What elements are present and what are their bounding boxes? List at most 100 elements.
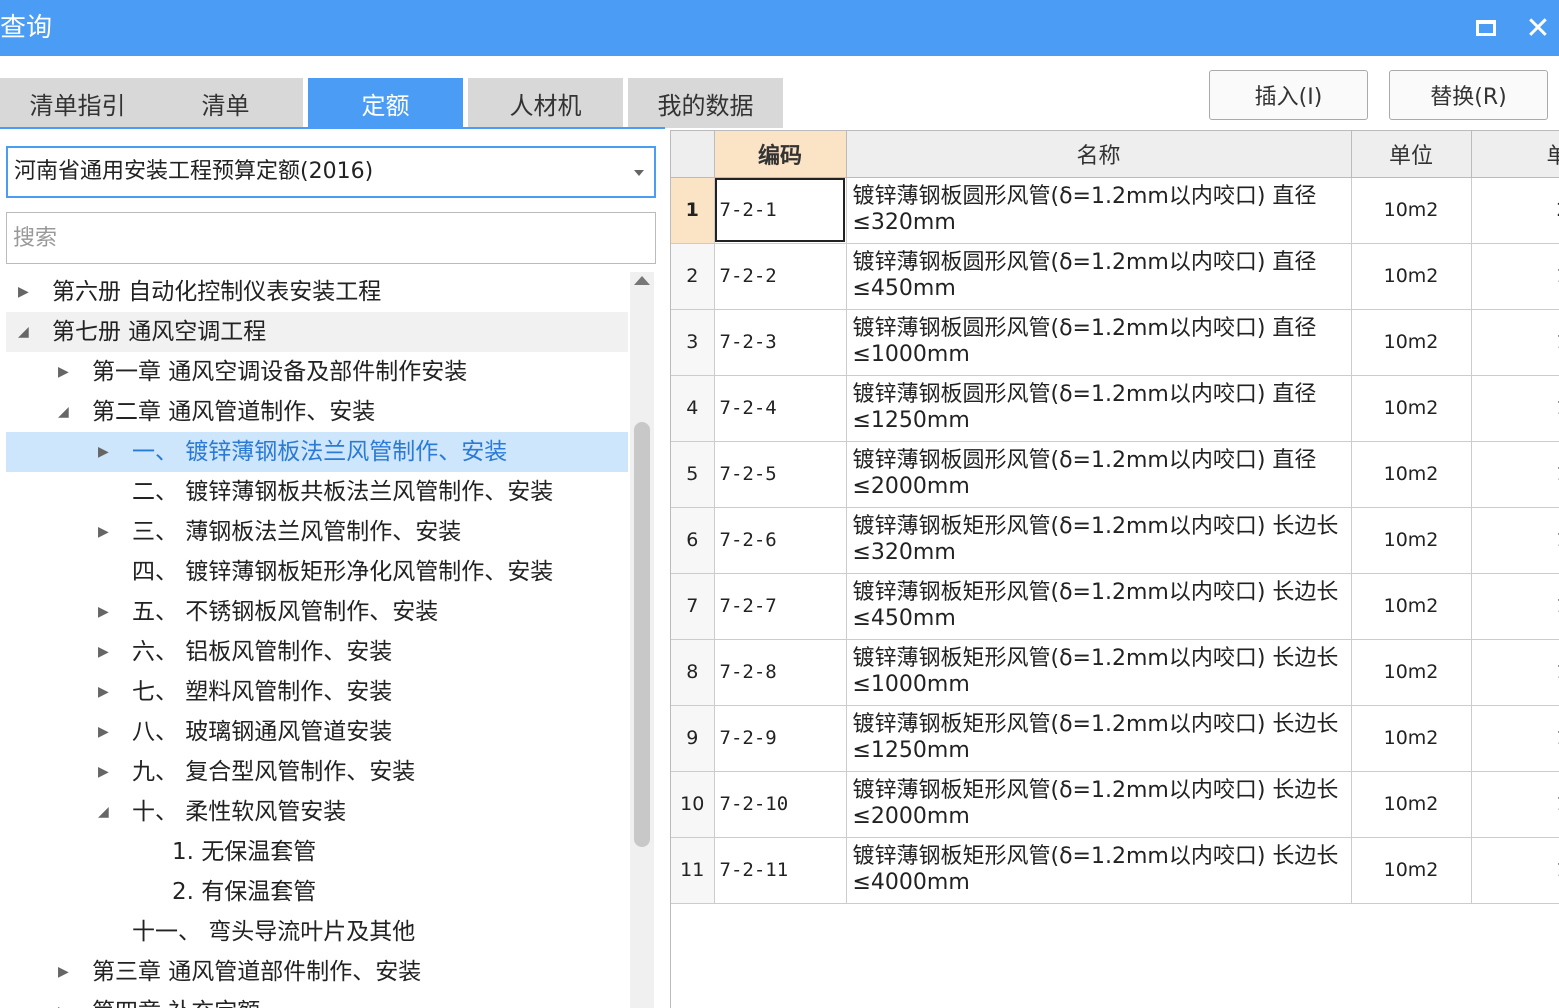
name-cell[interactable]: 镀锌薄钢板矩形风管(δ=1.2mm以内咬口) 长边长≤1000mm (846, 639, 1352, 706)
table-row[interactable]: 9 7-2-9 镀锌薄钢板矩形风管(δ=1.2mm以内咬口) 长边长≤1250m… (671, 705, 1559, 772)
replace-button[interactable]: 替换(R) (1389, 70, 1548, 120)
table-row[interactable]: 2 7-2-2 镀锌薄钢板圆形风管(δ=1.2mm以内咬口) 直径≤450mm … (671, 243, 1559, 310)
unit-cell[interactable]: 10m2 (1351, 177, 1472, 244)
expand-arrow-icon[interactable]: ▶ (58, 992, 72, 1008)
code-cell[interactable]: 7-2-10 (714, 771, 847, 838)
code-cell[interactable]: 7-2-9 (714, 705, 847, 772)
tab-quota[interactable]: 定额 (308, 78, 463, 128)
row-number-header[interactable] (671, 131, 715, 178)
tree-item[interactable]: ▶ 五、 不锈钢板风管制作、安装 (6, 592, 628, 632)
table-row[interactable]: 1 7-2-1 镀锌薄钢板圆形风管(δ=1.2mm以内咬口) 直径≤320mm … (671, 177, 1559, 244)
tree-item-selected[interactable]: ▶ 一、 镀锌薄钢板法兰风管制作、安装 (6, 432, 628, 472)
tree-item[interactable]: ▶ 第一章 通风空调设备及部件制作安装 (6, 352, 628, 392)
tree-item[interactable]: 四、 镀锌薄钢板矩形净化风管制作、安装 (6, 552, 628, 592)
code-cell[interactable]: 7-2-8 (714, 639, 847, 706)
row-number[interactable]: 9 (671, 705, 715, 772)
code-cell[interactable]: 7-2-1 (714, 177, 847, 244)
price-cell[interactable]: 1 (1471, 837, 1559, 904)
row-number[interactable]: 3 (671, 309, 715, 376)
expand-arrow-icon[interactable]: ▶ (98, 632, 112, 672)
tree-item[interactable]: ◢ 第七册 通风空调工程 (6, 312, 628, 352)
unit-cell[interactable]: 10m2 (1351, 243, 1472, 310)
unit-cell[interactable]: 10m2 (1351, 837, 1472, 904)
name-column-header[interactable]: 名称 (846, 131, 1352, 178)
expand-arrow-icon[interactable]: ▶ (98, 752, 112, 792)
code-cell[interactable]: 7-2-7 (714, 573, 847, 640)
expand-arrow-icon[interactable]: ▶ (58, 952, 72, 992)
tree-item[interactable]: ▶ 九、 复合型风管制作、安装 (6, 752, 628, 792)
table-row[interactable]: 7 7-2-7 镀锌薄钢板矩形风管(δ=1.2mm以内咬口) 长边长≤450mm… (671, 573, 1559, 640)
search-input[interactable] (6, 212, 656, 264)
tree-item[interactable]: ▶ 七、 塑料风管制作、安装 (6, 672, 628, 712)
name-cell[interactable]: 镀锌薄钢板矩形风管(δ=1.2mm以内咬口) 长边长≤1250mm (846, 705, 1352, 772)
insert-button[interactable]: 插入(I) (1209, 70, 1368, 120)
collapse-arrow-icon[interactable]: ◢ (18, 312, 32, 352)
row-number[interactable]: 4 (671, 375, 715, 442)
tree-item[interactable]: ▶ 第四章 补充定额 (6, 992, 628, 1008)
unit-cell[interactable]: 10m2 (1351, 507, 1472, 574)
collapse-arrow-icon[interactable]: ◢ (58, 392, 72, 432)
table-row[interactable]: 3 7-2-3 镀锌薄钢板圆形风管(δ=1.2mm以内咬口) 直径≤1000mm… (671, 309, 1559, 376)
tree-item[interactable]: ▶ 六、 铝板风管制作、安装 (6, 632, 628, 672)
tab-bill-guide[interactable]: 清单指引 (0, 78, 155, 128)
tree-item[interactable]: ▶ 八、 玻璃钢通风管道安装 (6, 712, 628, 752)
collapse-arrow-icon[interactable]: ◢ (98, 792, 112, 832)
unit-cell[interactable]: 10m2 (1351, 705, 1472, 772)
tree-item[interactable]: ◢ 第二章 通风管道制作、安装 (6, 392, 628, 432)
table-row[interactable]: 4 7-2-4 镀锌薄钢板圆形风管(δ=1.2mm以内咬口) 直径≤1250mm… (671, 375, 1559, 442)
tree-item[interactable]: ▶ 第六册 自动化控制仪表安装工程 (6, 272, 628, 312)
table-row[interactable]: 6 7-2-6 镀锌薄钢板矩形风管(δ=1.2mm以内咬口) 长边长≤320mm… (671, 507, 1559, 574)
row-number[interactable]: 10 (671, 771, 715, 838)
name-cell[interactable]: 镀锌薄钢板矩形风管(δ=1.2mm以内咬口) 长边长≤320mm (846, 507, 1352, 574)
tree-item[interactable]: ▶ 三、 薄钢板法兰风管制作、安装 (6, 512, 628, 552)
scrollbar-thumb[interactable] (634, 422, 650, 847)
tree-item[interactable]: ▶ 第三章 通风管道部件制作、安装 (6, 952, 628, 992)
price-cell[interactable]: 1 (1471, 771, 1559, 838)
unit-cell[interactable]: 10m2 (1351, 375, 1472, 442)
unit-cell[interactable]: 10m2 (1351, 639, 1472, 706)
price-cell[interactable]: 1 (1471, 441, 1559, 508)
unit-cell[interactable]: 10m2 (1351, 309, 1472, 376)
expand-arrow-icon[interactable]: ▶ (98, 712, 112, 752)
price-cell[interactable]: 1 (1471, 309, 1559, 376)
table-row[interactable]: 5 7-2-5 镀锌薄钢板圆形风管(δ=1.2mm以内咬口) 直径≤2000mm… (671, 441, 1559, 508)
expand-arrow-icon[interactable]: ▶ (98, 432, 112, 472)
table-row[interactable]: 11 7-2-11 镀锌薄钢板矩形风管(δ=1.2mm以内咬口) 长边长≤400… (671, 837, 1559, 904)
price-cell[interactable]: 1 (1471, 375, 1559, 442)
quota-library-select[interactable]: 河南省通用安装工程预算定额(2016) (6, 146, 656, 198)
row-number[interactable]: 2 (671, 243, 715, 310)
tab-labor-material-machine[interactable]: 人材机 (468, 78, 623, 128)
table-row[interactable]: 8 7-2-8 镀锌薄钢板矩形风管(δ=1.2mm以内咬口) 长边长≤1000m… (671, 639, 1559, 706)
code-cell[interactable]: 7-2-6 (714, 507, 847, 574)
price-cell[interactable]: 1 (1471, 243, 1559, 310)
name-cell[interactable]: 镀锌薄钢板矩形风管(δ=1.2mm以内咬口) 长边长≤4000mm (846, 837, 1352, 904)
tree-item[interactable]: ◢ 十、 柔性软风管安装 (6, 792, 628, 832)
name-cell[interactable]: 镀锌薄钢板矩形风管(δ=1.2mm以内咬口) 长边长≤450mm (846, 573, 1352, 640)
expand-arrow-icon[interactable]: ▶ (98, 592, 112, 632)
expand-arrow-icon[interactable]: ▶ (18, 272, 32, 312)
table-row[interactable]: 10 7-2-10 镀锌薄钢板矩形风管(δ=1.2mm以内咬口) 长边长≤200… (671, 771, 1559, 838)
tree-item[interactable]: 二、 镀锌薄钢板共板法兰风管制作、安装 (6, 472, 628, 512)
code-column-header[interactable]: 编码 (714, 131, 847, 178)
price-cell[interactable]: 1 (1471, 705, 1559, 772)
expand-arrow-icon[interactable]: ▶ (98, 512, 112, 552)
expand-arrow-icon[interactable]: ▶ (98, 672, 112, 712)
row-number[interactable]: 1 (671, 177, 715, 244)
tree-scrollbar[interactable] (630, 272, 654, 1008)
code-cell[interactable]: 7-2-4 (714, 375, 847, 442)
unit-cell[interactable]: 10m2 (1351, 441, 1472, 508)
code-cell[interactable]: 7-2-11 (714, 837, 847, 904)
name-cell[interactable]: 镀锌薄钢板圆形风管(δ=1.2mm以内咬口) 直径≤1250mm (846, 375, 1352, 442)
row-number[interactable]: 8 (671, 639, 715, 706)
price-cell[interactable]: 2 (1471, 177, 1559, 244)
row-number[interactable]: 11 (671, 837, 715, 904)
name-cell[interactable]: 镀锌薄钢板矩形风管(δ=1.2mm以内咬口) 长边长≤2000mm (846, 771, 1352, 838)
code-cell[interactable]: 7-2-2 (714, 243, 847, 310)
tab-my-data[interactable]: 我的数据 (628, 78, 783, 128)
unit-column-header[interactable]: 单位 (1351, 131, 1472, 178)
price-cell[interactable]: 1 (1471, 507, 1559, 574)
scroll-up-icon[interactable] (634, 276, 650, 285)
name-cell[interactable]: 镀锌薄钢板圆形风管(δ=1.2mm以内咬口) 直径≤2000mm (846, 441, 1352, 508)
unit-cell[interactable]: 10m2 (1351, 771, 1472, 838)
row-number[interactable]: 5 (671, 441, 715, 508)
